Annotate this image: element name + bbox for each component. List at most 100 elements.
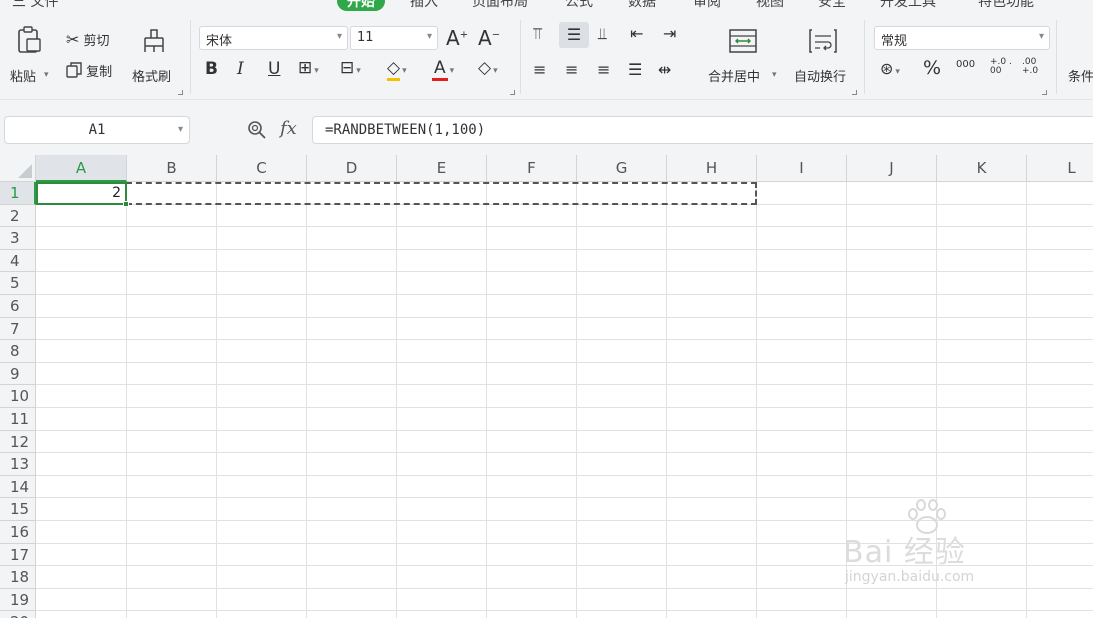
font-name-select[interactable]: 宋体 ▾ [199,26,348,50]
column-header-e[interactable]: E [397,155,487,182]
select-all-corner[interactable] [0,155,36,182]
column-header-l[interactable]: L [1027,155,1093,182]
shrink-font-button[interactable]: A− [478,26,500,50]
menu-data[interactable]: 数据 [628,0,656,11]
cut-button[interactable]: ✂ 剪切 [66,30,110,49]
grow-font-label: A [446,26,460,50]
column-header-a[interactable]: A [36,155,127,182]
zoom-lookup-icon[interactable] [247,120,267,140]
menu-special[interactable]: 特色功能 [978,0,1034,11]
percent-button[interactable]: % [923,57,941,79]
row-header-10[interactable]: 10 [0,385,36,408]
cell-style-button[interactable]: ⊟ ▾ [340,58,361,78]
menu-developer[interactable]: 开发工具 [880,0,936,11]
align-right-button[interactable]: ≡ [597,60,610,79]
column-header-h[interactable]: H [667,155,757,182]
currency-button[interactable]: ⊛ ▾ [880,59,900,78]
column-header-d[interactable]: D [307,155,397,182]
menu-page-layout[interactable]: 页面布局 [472,0,528,11]
shrink-font-label: A [478,26,492,50]
row-header-11[interactable]: 11 [0,408,36,431]
wrap-text-button[interactable]: 自动换行 [792,24,858,96]
row-header-17[interactable]: 17 [0,543,36,567]
row-header-14[interactable]: 14 [0,475,36,499]
menu-security[interactable]: 安全 [818,0,846,11]
copy-button[interactable]: 复制 [66,61,112,80]
watermark-brand: Bai 经验 [843,535,966,570]
decrease-decimal-button[interactable]: .00 +.0 [1022,58,1044,76]
row-header-13[interactable]: 13 [0,453,36,476]
grow-font-button[interactable]: A+ [446,26,468,50]
column-header-f[interactable]: F [487,155,577,182]
clear-format-button[interactable]: ◇ ▾ [478,58,498,78]
column-header-k[interactable]: K [937,155,1027,182]
fill-color-button[interactable]: ◇ ▾ [387,58,407,81]
gridline-horizontal [36,294,1093,295]
row-header-12[interactable]: 12 [0,430,36,454]
active-cell-a1[interactable]: 2 [36,182,129,207]
menu-insert[interactable]: 插入 [410,0,438,11]
align-bottom-button[interactable]: ⫫ [598,24,607,44]
row-header-7[interactable]: 7 [0,317,36,341]
row-header-8[interactable]: 8 [0,340,36,363]
clipboard-group-launcher[interactable] [178,90,183,95]
decrease-decimal-label: .00 +.0 [1022,57,1039,76]
row-header-19[interactable]: 19 [0,588,36,612]
align-top-button[interactable]: ⫪ [533,24,542,44]
fill-handle[interactable] [123,201,129,207]
column-header-i[interactable]: I [757,155,847,182]
row-header-6[interactable]: 6 [0,295,36,318]
insert-function-button[interactable]: fx [280,118,297,139]
row-header-2[interactable]: 2 [0,204,36,228]
row-header-9[interactable]: 9 [0,362,36,386]
column-header-g[interactable]: G [577,155,667,182]
paste-button[interactable]: 粘贴 ▾ [8,24,49,96]
row-header-16[interactable]: 16 [0,521,36,544]
gridline-horizontal [36,226,1093,228]
gridline-vertical [396,182,397,618]
formula-input[interactable]: =RANDBETWEEN(1,100) [312,116,1093,144]
number-group-launcher[interactable] [1042,90,1047,95]
font-group-launcher[interactable] [510,90,515,95]
justify-button[interactable]: ☰ [628,60,642,79]
conditional-format-button[interactable]: 条件 [1068,66,1093,85]
number-format-select[interactable]: 常规 ▾ [874,26,1050,50]
column-header-c[interactable]: C [217,155,307,182]
row-header-4[interactable]: 4 [0,249,36,273]
gridline-vertical [486,182,487,618]
row-header-15[interactable]: 15 [0,498,36,521]
font-size-select[interactable]: 11 ▾ [350,26,438,50]
align-middle-button[interactable]: ☰ [559,22,589,48]
format-painter-button[interactable]: 格式刷 [132,24,180,96]
menu-review[interactable]: 审阅 [693,0,721,11]
increase-indent-button[interactable]: ⇥ [663,24,676,43]
distribute-button[interactable]: ⇹ [658,60,671,79]
align-left-button[interactable]: ≡ [533,60,546,79]
menu-view[interactable]: 视图 [756,0,784,11]
bold-button[interactable]: B [205,59,218,79]
name-box[interactable]: A1 ▾ [4,116,190,144]
increase-decimal-button[interactable]: +.0 .00 [990,58,1012,76]
gridline-horizontal [36,316,1093,318]
font-color-button[interactable]: A ▾ [432,58,454,81]
alignment-group-launcher[interactable] [852,90,857,95]
border-button[interactable]: ⊞ ▾ [298,58,319,78]
column-header-j[interactable]: J [847,155,937,182]
row-header-18[interactable]: 18 [0,566,36,589]
row-header-1[interactable]: 1 [0,182,36,205]
row-header-3[interactable]: 3 [0,227,36,250]
menu-home[interactable]: 开始 [337,0,385,11]
align-center-button[interactable]: ≡ [565,60,578,79]
italic-button[interactable]: I [237,59,244,79]
paste-icon [18,26,41,53]
row-header-5[interactable]: 5 [0,272,36,295]
decrease-indent-button[interactable]: ⇤ [630,24,643,43]
menu-file[interactable]: 三 文件 [12,0,58,11]
row-header-20[interactable]: 20 [0,611,36,618]
merge-center-button[interactable]: 合并居中 ▾ [706,24,782,96]
menu-formula[interactable]: 公式 [565,0,593,11]
underline-button[interactable]: U [268,59,280,79]
gridline-horizontal [36,271,1093,273]
column-header-b[interactable]: B [127,155,217,182]
thousands-button[interactable]: 000 [956,60,975,70]
